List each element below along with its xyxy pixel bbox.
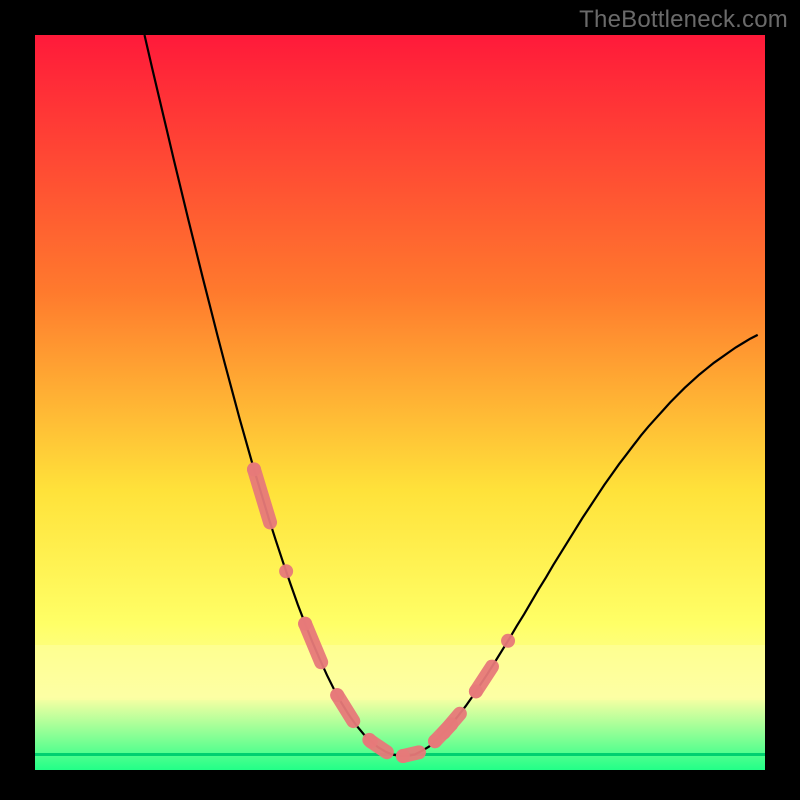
pale-band [35,645,765,700]
bottleneck-chart [35,35,765,770]
chart-frame [35,35,765,770]
attribution-text: TheBottleneck.com [579,6,788,34]
